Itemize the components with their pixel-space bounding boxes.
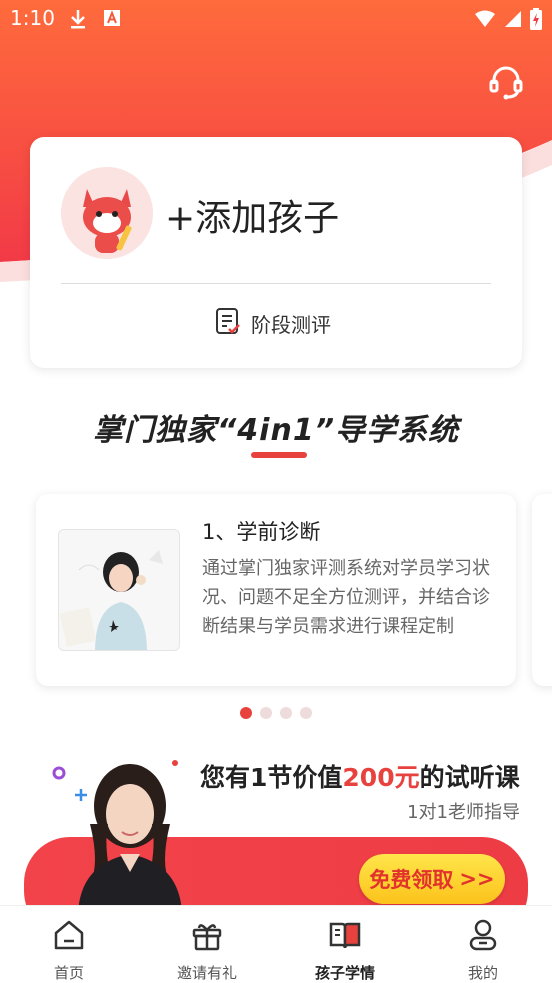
tab-label: 首页: [53, 964, 84, 982]
tab-label: 我的: [467, 964, 498, 982]
stage-evaluation-label: 阶段测评: [251, 313, 331, 337]
child-card: +添加孩子 阶段测评: [30, 137, 522, 368]
promo-title-highlight: 200元: [342, 763, 420, 792]
download-icon: [68, 8, 88, 34]
child-avatar[interactable]: [61, 167, 153, 259]
profile-icon: [466, 918, 500, 956]
teacher-photo: [60, 754, 200, 906]
feature-image: [58, 529, 180, 651]
gift-icon: [190, 918, 224, 956]
home-icon: [52, 918, 86, 956]
bottom-tab-bar: 首页 邀请有礼 孩子学情 我的: [0, 905, 552, 983]
next-feature-card[interactable]: [532, 494, 552, 686]
promo-title-prefix: 您有1节价值: [200, 763, 343, 792]
status-bar: 1:10: [0, 0, 552, 38]
claim-free-label: 免费领取: [369, 868, 454, 892]
double-chevron-icon: >>: [459, 867, 495, 891]
carousel-dot[interactable]: [300, 707, 312, 719]
promo-title-suffix: 的试听课: [419, 763, 520, 792]
promo-subtitle: 1对1老师指导: [407, 802, 520, 823]
tab-home[interactable]: 首页: [0, 906, 138, 983]
book-icon: [328, 918, 362, 956]
divider: [61, 283, 491, 284]
carousel-dot[interactable]: [260, 707, 272, 719]
tab-label: 孩子学情: [314, 964, 375, 982]
title-underline: [251, 452, 307, 458]
battery-icon: [530, 8, 542, 34]
carousel-dot[interactable]: [280, 707, 292, 719]
customer-service-button[interactable]: [486, 62, 526, 102]
carousel-indicator: [240, 707, 312, 719]
headset-icon: [489, 66, 523, 100]
signal-icon: [504, 10, 522, 32]
feature-card[interactable]: 1、学前诊断 通过掌门独家评测系统对学员学习状况、问题不足全方位测评，并结合诊断…: [36, 494, 516, 686]
tab-label: 邀请有礼: [176, 964, 237, 982]
tab-invite[interactable]: 邀请有礼: [138, 906, 276, 983]
trial-class-banner[interactable]: 您有1节价值200元的试听课 1对1老师指导 免费领取 >>: [0, 740, 552, 906]
promo-title: 您有1节价值200元的试听课: [200, 758, 520, 794]
feature-description: 通过掌门独家评测系统对学员学习状况、问题不足全方位测评，并结合诊断结果与学员需求…: [202, 558, 490, 637]
app-notification-icon: [102, 8, 122, 34]
claim-free-button[interactable]: 免费领取 >>: [359, 854, 505, 904]
evaluation-doc-icon: [215, 307, 241, 340]
status-time: 1:10: [10, 6, 55, 30]
wifi-icon: [474, 10, 496, 32]
tab-mine[interactable]: 我的: [414, 906, 552, 983]
tab-child-learning[interactable]: 孩子学情: [276, 906, 414, 983]
carousel-dot[interactable]: [240, 707, 252, 719]
add-child-button[interactable]: +添加孩子: [165, 189, 339, 241]
feature-title: 1、学前诊断: [202, 520, 321, 544]
section-title: 掌门独家“4in1”导学系统: [92, 413, 460, 448]
stage-evaluation-link[interactable]: 阶段测评: [215, 307, 331, 340]
